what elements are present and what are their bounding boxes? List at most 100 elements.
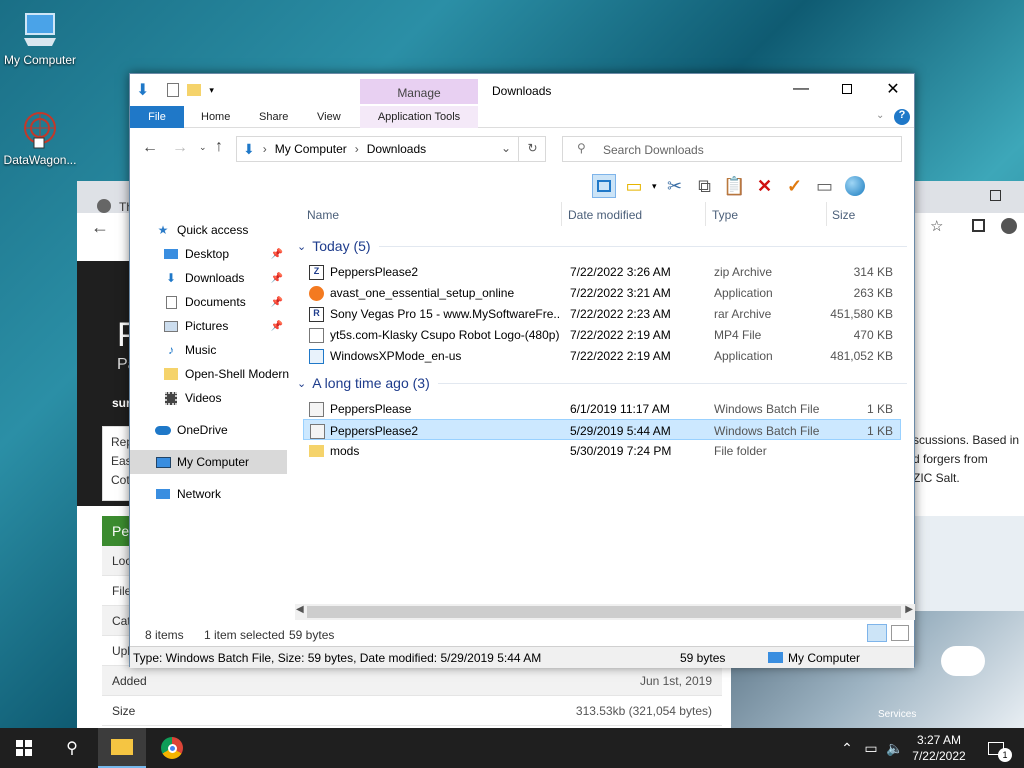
file-explorer-window[interactable]: ⬇ ▾ Manage Downloads — ✕ File Home Share… [129, 73, 916, 668]
sidebar-item-label: Quick access [177, 223, 249, 237]
classic-toolbar: ▭ ▾ ✂ ⧉ 📋 ✕ ✓ ▭ [592, 172, 867, 200]
notification-badge: 1 [998, 748, 1012, 762]
sidebar-item-videos[interactable]: Videos [162, 386, 287, 410]
column-header-name[interactable]: Name [307, 202, 339, 226]
side-panel-icon[interactable] [972, 219, 985, 232]
sidebar-item-pictures[interactable]: Pictures 📌 [162, 314, 287, 338]
group-header-today[interactable]: ⌄ Today (5) [297, 238, 907, 254]
column-header-size[interactable]: Size [832, 202, 855, 226]
pin-icon[interactable]: 📌 [271, 273, 283, 284]
file-size: 481,052 KB [830, 349, 893, 363]
selection-size: 59 bytes [289, 628, 335, 642]
group-header-long-ago[interactable]: ⌄ A long time ago (3) [297, 375, 907, 391]
search-button[interactable]: ⚲ [48, 728, 96, 768]
tab-application-tools[interactable]: Application Tools [360, 106, 478, 128]
help-icon[interactable]: ? [894, 109, 910, 125]
column-divider[interactable] [826, 202, 827, 226]
scrollbar-thumb[interactable] [307, 606, 901, 618]
breadcrumb-downloads[interactable]: Downloads [367, 142, 426, 156]
new-folder-icon[interactable] [187, 84, 202, 96]
side-text-line: ZIC Salt. [913, 471, 960, 485]
clock-time: 3:27 AM [916, 733, 962, 747]
address-bar[interactable]: ⬇ › My Computer › Downloads ⌄ [236, 136, 546, 162]
network-status-icon[interactable]: ▭ [860, 728, 882, 768]
paste-icon[interactable]: 📋 [723, 174, 747, 198]
pin-icon[interactable]: 📌 [271, 297, 283, 308]
pin-icon[interactable]: 📌 [271, 321, 283, 332]
file-row[interactable]: R Sony Vegas Pro 15 - www.MySoftwareFre.… [303, 303, 901, 324]
refresh-button[interactable]: ↻ [518, 136, 546, 162]
column-header-type[interactable]: Type [712, 202, 738, 226]
breadcrumb-my-computer[interactable]: My Computer [275, 142, 347, 156]
tab-share[interactable]: Share [259, 106, 288, 128]
properties-icon[interactable] [167, 83, 180, 97]
column-divider[interactable] [705, 202, 706, 226]
navigation-pane-icon[interactable] [592, 174, 616, 198]
hero-text: sur [112, 396, 131, 410]
sidebar-item-my-computer[interactable]: My Computer [130, 450, 287, 474]
sidebar-item-desktop[interactable]: Desktop 📌 [162, 242, 287, 266]
sidebar-item-open-shell-modern[interactable]: Open-Shell Modern [162, 362, 290, 386]
up-arrow-icon[interactable]: ↑ [215, 138, 223, 156]
customize-qat-icon[interactable]: ▾ [209, 85, 214, 96]
file-row[interactable]: avast_one_essential_setup_online 7/22/20… [303, 282, 901, 303]
sidebar-item-music[interactable]: ♪ Music [162, 338, 287, 362]
details-view-icon[interactable] [867, 624, 887, 642]
notification-center-button[interactable]: 1 [978, 728, 1014, 768]
volume-icon[interactable]: 🔈 [884, 728, 906, 768]
desktop-icon-my-computer[interactable]: My Computer [0, 10, 80, 67]
maximize-button[interactable] [824, 74, 870, 104]
column-header-date[interactable]: Date modified [568, 202, 642, 226]
show-hidden-icons[interactable]: ⌃ [838, 728, 856, 768]
sidebar-item-onedrive[interactable]: OneDrive [154, 418, 311, 442]
back-arrow-icon[interactable]: ← [142, 139, 158, 157]
rename-icon[interactable]: ▭ [813, 174, 837, 198]
taskbar-chrome[interactable] [148, 728, 196, 768]
file-row[interactable]: PeppersPlease 6/1/2019 11:17 AM Windows … [303, 398, 901, 419]
file-row[interactable]: yt5s.com-Klasky Csupo Robot Logo-(480p) … [303, 324, 901, 345]
maximize-icon[interactable] [990, 190, 1001, 201]
cut-icon[interactable]: ✂ [663, 174, 687, 198]
close-button[interactable]: ✕ [870, 74, 916, 104]
scroll-right-icon[interactable]: ▶ [905, 604, 913, 615]
scroll-left-icon[interactable]: ◀ [296, 604, 304, 615]
taskbar-file-explorer[interactable] [98, 728, 146, 768]
globe-icon[interactable] [843, 174, 867, 198]
horizontal-scrollbar[interactable]: ◀ ▶ [295, 604, 915, 620]
start-button[interactable] [0, 728, 48, 768]
chevron-down-icon[interactable]: ⌄ [876, 110, 884, 121]
file-row[interactable]: WindowsXPMode_en-us 7/22/2022 2:19 AM Ap… [303, 345, 901, 366]
checkmark-icon[interactable]: ✓ [783, 174, 807, 198]
folder-options-icon[interactable]: ▭ [622, 174, 646, 198]
chevron-down-icon[interactable]: ⌄ [501, 141, 511, 155]
file-row-selected[interactable]: PeppersPlease2 5/29/2019 5:44 AM Windows… [303, 419, 901, 440]
sidebar-item-quick-access[interactable]: ★ Quick access [154, 218, 311, 242]
file-row[interactable]: Z PeppersPlease2 7/22/2022 3:26 AM zip A… [303, 261, 901, 282]
back-arrow-icon[interactable]: ← [91, 217, 109, 238]
tab-home[interactable]: Home [201, 106, 230, 128]
pin-icon[interactable]: 📌 [271, 249, 283, 260]
tab-manage[interactable]: Manage [360, 79, 478, 104]
batch-icon [309, 402, 324, 417]
file-row[interactable]: mods 5/30/2019 7:24 PM File folder [303, 440, 901, 461]
copy-icon[interactable]: ⧉ [693, 174, 717, 198]
folder-icon [309, 445, 324, 457]
sidebar-item-downloads[interactable]: ⬇ Downloads 📌 [162, 266, 287, 290]
star-icon[interactable]: ☆ [930, 217, 943, 235]
tab-view[interactable]: View [317, 106, 341, 128]
delete-icon[interactable]: ✕ [753, 174, 777, 198]
download-arrow-icon[interactable]: ⬇ [136, 80, 149, 100]
desktop-icon-datawagon[interactable]: DataWagon... [0, 108, 80, 167]
tab-file[interactable]: File [130, 106, 184, 128]
clock[interactable]: 3:27 AM 7/22/2022 [906, 732, 972, 764]
minimize-button[interactable]: — [778, 74, 824, 104]
forward-arrow-icon[interactable]: → [172, 139, 188, 157]
sidebar-item-documents[interactable]: Documents 📌 [162, 290, 287, 314]
recent-locations-icon[interactable]: ⌄ [199, 142, 207, 153]
column-divider[interactable] [561, 202, 562, 226]
chevron-down-icon[interactable]: ▾ [652, 181, 657, 192]
sidebar-item-network[interactable]: Network [154, 482, 311, 506]
search-input[interactable]: ⚲ Search Downloads [562, 136, 902, 162]
profile-icon[interactable] [1001, 218, 1017, 234]
large-icons-view-icon[interactable] [891, 625, 909, 641]
